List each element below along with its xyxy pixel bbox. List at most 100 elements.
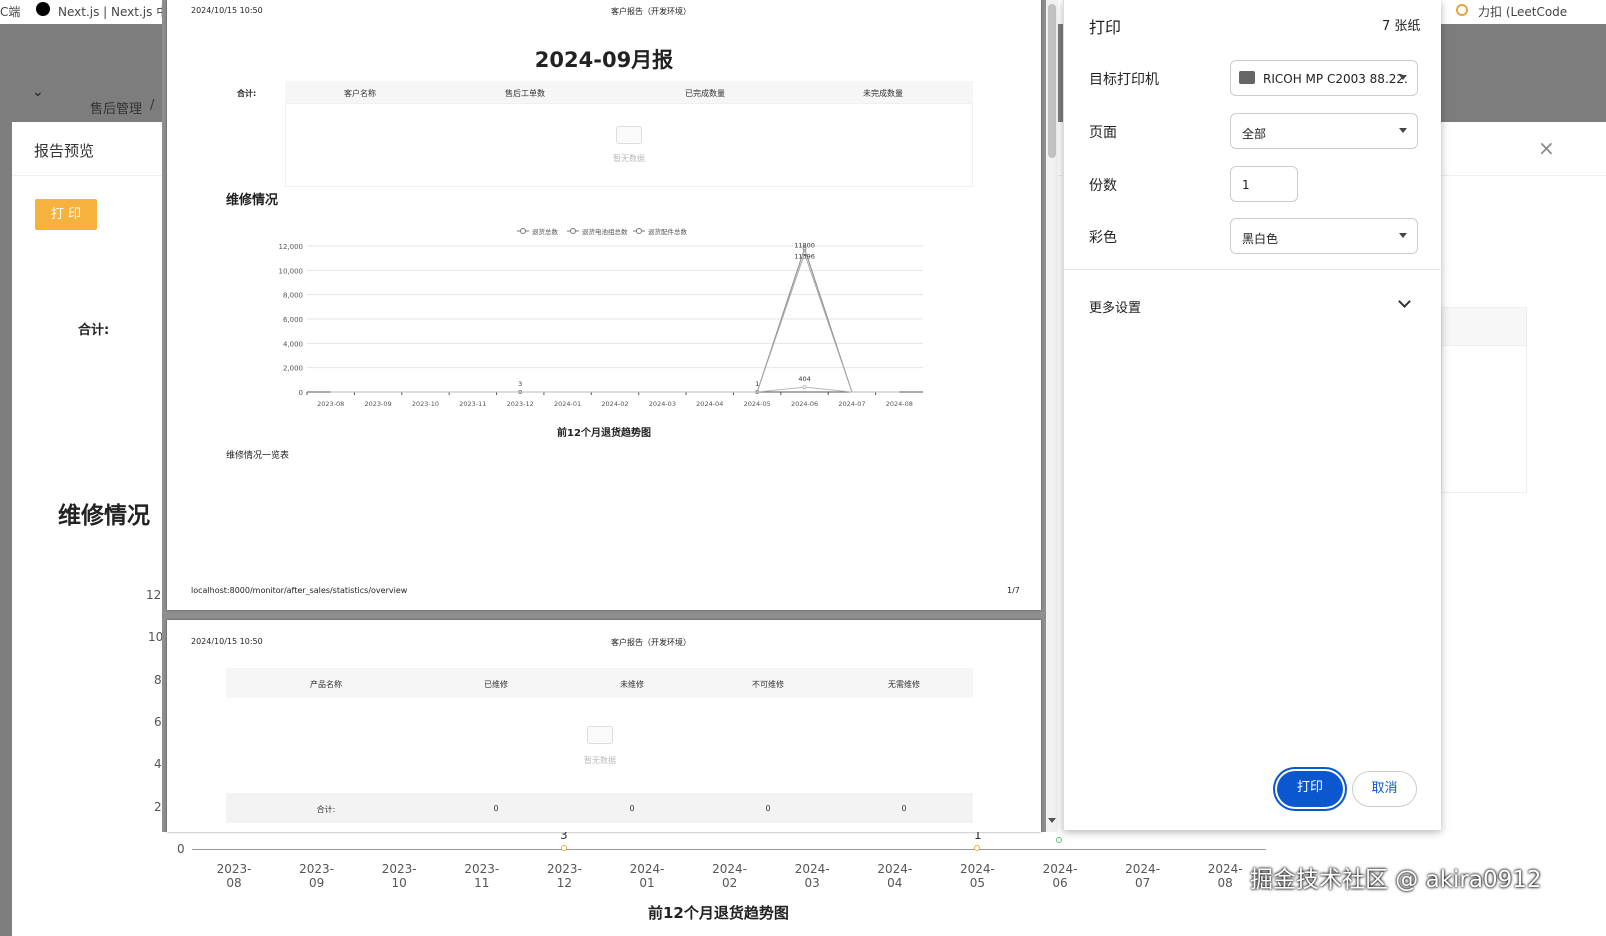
copies-label: 份数: [1089, 178, 1117, 194]
bg-x-tick: 2024-06: [1042, 862, 1078, 890]
bg-table-edge: [1441, 307, 1527, 493]
leetcode-icon: [1456, 4, 1468, 16]
printer-value: RICOH MP C2003 88.22.: [1263, 72, 1408, 86]
x-tick-label: 2024-08: [886, 400, 913, 408]
bg-point-jun: [1056, 837, 1062, 843]
color-label: 彩色: [1089, 230, 1117, 246]
trend-chart: 0 2,000 4,000 6,000 8,000 10,000 12,000 2023-08…: [279, 227, 923, 408]
legend-label: 退货电池组总数: [582, 227, 628, 236]
chevron-down-icon: [1399, 233, 1407, 238]
page1-total-label: 合计:: [237, 89, 257, 98]
printer-label: 目标打印机: [1089, 72, 1159, 88]
cancel-button[interactable]: 取消: [1352, 771, 1417, 807]
preview-scrollbar[interactable]: [1046, 0, 1058, 832]
print-button-bg[interactable]: 打 印: [35, 199, 97, 230]
legend-marker: [520, 228, 526, 234]
copies-input[interactable]: 1: [1230, 166, 1298, 202]
page1-col-customer: 客户名称: [344, 89, 376, 98]
print-preview: 2024/10/15 10:50 客户报告（开发环境） 2024-09月报 合计…: [162, 0, 1058, 832]
copies-value: 1: [1242, 178, 1250, 192]
printer-icon: [1239, 71, 1255, 84]
print-confirm-button[interactable]: 打印: [1277, 771, 1343, 807]
page2-total-repaired: 0: [493, 804, 499, 813]
dialog-title: 打印: [1089, 18, 1122, 37]
scroll-down-icon[interactable]: [1048, 818, 1056, 823]
color-value: 黑白色: [1242, 232, 1279, 246]
bg-x-tick: 2023-12: [546, 862, 582, 890]
more-settings-label[interactable]: 更多设置: [1089, 297, 1141, 316]
bg-x-tick: 2024-01: [629, 862, 665, 890]
close-icon[interactable]: ×: [1538, 136, 1555, 160]
bg-x-axis: [192, 849, 1266, 850]
bg-x-tick: 2024-08: [1207, 862, 1243, 890]
page2-total-row: 合计: 0 0 0 0: [226, 793, 973, 823]
bg-x-tick: 2023-09: [299, 862, 335, 890]
pages-label: 页面: [1089, 125, 1117, 141]
bg-x-tick: 2023-08: [216, 862, 252, 890]
inbox-icon: [616, 126, 642, 144]
x-tick-label: 2024-06: [791, 400, 818, 408]
page1-col-undone: 未完成数量: [863, 89, 903, 98]
bg-y-tick-0: 0: [177, 842, 185, 856]
pages-select[interactable]: 全部: [1230, 113, 1418, 149]
x-tick-label: 2024-04: [696, 400, 723, 408]
x-tick-label: 2023-08: [317, 400, 344, 408]
legend-label: 退货配件总数: [648, 227, 688, 236]
y-tick-label: 8,000: [283, 292, 303, 300]
chevron-down-icon: [1399, 75, 1407, 80]
printer-select[interactable]: RICOH MP C2003 88.22.: [1230, 60, 1418, 96]
total-label: 合计:: [78, 323, 110, 338]
scrollbar-thumb[interactable]: [1048, 4, 1056, 158]
bookmark-nextjs[interactable]: Next.js | Next.js 中: [58, 3, 168, 20]
data-label: 11396: [794, 252, 815, 260]
breadcrumb-separator: /: [150, 98, 155, 113]
sheet-count: 7 张纸: [1382, 19, 1421, 34]
y-tick-label: 4,000: [283, 340, 303, 348]
page2-total-label: 合计:: [316, 805, 336, 814]
page1-footer-url: localhost:8000/monitor/after_sales/stati…: [191, 586, 408, 595]
page1-header-title: 客户报告（开发环境）: [611, 7, 691, 16]
preview-page-1: 2024/10/15 10:50 客户报告（开发环境） 2024-09月报 合计…: [167, 0, 1041, 610]
page1-chart-title: 前12个月退货趋势图: [557, 428, 651, 439]
x-tick-label: 2023-12: [507, 400, 534, 408]
series-line: [330, 386, 900, 393]
bg-x-tick: 2024-04: [877, 862, 913, 890]
y-tick-label: 10,000: [279, 267, 304, 275]
legend-marker: [570, 228, 576, 234]
watermark: 掘金技术社区 @ akira0912: [1250, 867, 1542, 893]
bg-x-tick: 2024-03: [794, 862, 830, 890]
bg-x-tick: 2024-07: [1125, 862, 1161, 890]
page2-total-unrepaired: 0: [629, 804, 635, 813]
page2-total-irreparable: 0: [765, 804, 771, 813]
chevron-down-icon[interactable]: ⌄: [32, 84, 44, 100]
inbox-icon: [587, 726, 613, 744]
y-tick-label: 6,000: [283, 316, 303, 324]
bg-y-tick-8: 8: [154, 673, 162, 687]
bg-x-tick: 2024-02: [712, 862, 748, 890]
legend-label: 退货总数: [532, 227, 559, 236]
color-select[interactable]: 黑白色: [1230, 218, 1418, 254]
bg-x-tick: 2023-10: [381, 862, 417, 890]
bg-y-tick-10: 10: [148, 630, 164, 644]
bg-point-may: [974, 845, 980, 851]
bg-y-tick-4: 4: [154, 757, 162, 771]
x-tick-label: 2023-09: [364, 400, 391, 408]
x-tick-label: 2024-07: [838, 400, 865, 408]
bg-y-tick-12: 12: [146, 588, 162, 602]
pages-value: 全部: [1242, 127, 1267, 141]
page1-list-title: 维修情况一览表: [226, 451, 290, 461]
nextjs-icon: [36, 2, 50, 16]
chevron-down-icon[interactable]: [1398, 295, 1411, 308]
breadcrumb[interactable]: 售后管理: [90, 98, 142, 117]
page2-col-no-need: 无需维修: [888, 680, 920, 689]
x-tick-label: 2024-01: [554, 400, 581, 408]
page1-table-header: 客户名称 售后工单数 已完成数量 未完成数量: [285, 81, 973, 103]
data-label: 11800: [794, 241, 815, 249]
x-tick-label: 2023-10: [412, 400, 439, 408]
preview-page-2: 2024/10/15 10:50 客户报告（开发环境） 产品名称 已维修 未维修…: [167, 620, 1041, 832]
modal-title: 报告预览: [34, 142, 95, 160]
page2-header-title: 客户报告（开发环境）: [611, 638, 691, 647]
bookmark-c[interactable]: C端: [0, 3, 20, 20]
x-tick-label: 2024-05: [744, 400, 771, 408]
bookmark-leetcode[interactable]: 力扣 (LeetCode: [1478, 3, 1567, 20]
